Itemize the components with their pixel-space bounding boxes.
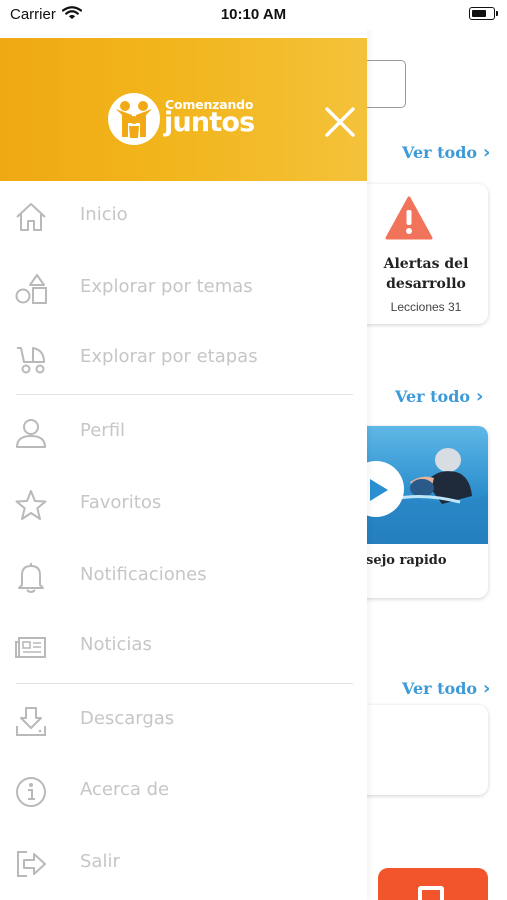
logo-emblem: [108, 93, 160, 145]
brand-name-line2: juntos: [164, 107, 255, 138]
brand-logo: Comenzando juntos: [108, 92, 268, 146]
card-title: Alertas del desarrollo: [383, 256, 469, 292]
menu-item-noticias[interactable]: Noticias: [0, 616, 352, 676]
see-all-label: Ver todo: [402, 679, 478, 698]
info-icon: [16, 777, 46, 807]
tile-icon: [418, 886, 444, 900]
menu-item-explorar-etapas[interactable]: Explorar por etapas: [0, 328, 352, 388]
stroller-icon: [17, 347, 45, 374]
menu-divider: [16, 394, 353, 395]
menu-item-acerca-de[interactable]: Acerca de: [0, 761, 352, 821]
menu-item-favoritos[interactable]: Favoritos: [0, 474, 352, 534]
feature-tile[interactable]: [378, 868, 488, 900]
drawer-header: Comenzando juntos: [0, 38, 367, 181]
menu-label: Perfil: [80, 420, 126, 441]
star-icon: [15, 490, 47, 520]
home-icon: [16, 203, 46, 231]
logout-icon: [17, 851, 46, 877]
see-all-link-2[interactable]: Ver todo ›: [395, 386, 483, 407]
menu-item-explorar-temas[interactable]: Explorar por temas: [0, 258, 352, 318]
battery-level: [472, 10, 486, 17]
bell-icon: [18, 563, 44, 593]
menu-item-notificaciones[interactable]: Notificaciones: [0, 546, 352, 606]
warning-icon: [385, 196, 433, 240]
menu-item-salir[interactable]: Salir: [0, 833, 352, 893]
status-bar: Carrier 10:10 AM: [0, 0, 507, 30]
close-button[interactable]: [322, 104, 358, 140]
see-all-label: Ver todo: [402, 143, 478, 162]
menu-item-descargas[interactable]: Descargas: [0, 690, 352, 750]
see-all-label: Ver todo: [395, 387, 471, 406]
clock-time: 10:10 AM: [220, 6, 287, 23]
download-icon: [16, 707, 46, 736]
menu-divider: [16, 683, 353, 684]
chevron-right-icon: ›: [476, 386, 484, 407]
menu-item-inicio[interactable]: Inicio: [0, 186, 352, 246]
menu-label: Salir: [80, 851, 120, 872]
user-icon: [16, 419, 46, 448]
newspaper-icon: [15, 637, 46, 658]
chevron-right-icon: ›: [483, 142, 491, 163]
battery-icon: [469, 7, 498, 20]
play-icon: [370, 479, 388, 501]
side-drawer: Comenzando juntos Inicio Explorar por te…: [0, 0, 367, 900]
see-all-link-3[interactable]: Ver todo ›: [402, 678, 490, 699]
menu-label: Acerca de: [80, 779, 170, 800]
menu-label: Favoritos: [80, 492, 162, 513]
menu-label: Inicio: [80, 204, 128, 225]
see-all-link-1[interactable]: Ver todo ›: [402, 142, 490, 163]
video-title: sejo rapido: [366, 553, 447, 568]
menu-label: Noticias: [80, 634, 152, 655]
menu-label: Explorar por etapas: [80, 346, 258, 367]
shapes-icon: [15, 274, 47, 304]
lesson-count: Lecciones 31: [390, 300, 462, 314]
close-icon: [325, 107, 355, 137]
chevron-right-icon: ›: [483, 678, 491, 699]
menu-label: Explorar por temas: [80, 276, 253, 297]
menu-label: Descargas: [80, 708, 175, 729]
menu-item-perfil[interactable]: Perfil: [0, 402, 352, 462]
menu-label: Notificaciones: [80, 564, 207, 585]
family-icon: [116, 101, 152, 138]
